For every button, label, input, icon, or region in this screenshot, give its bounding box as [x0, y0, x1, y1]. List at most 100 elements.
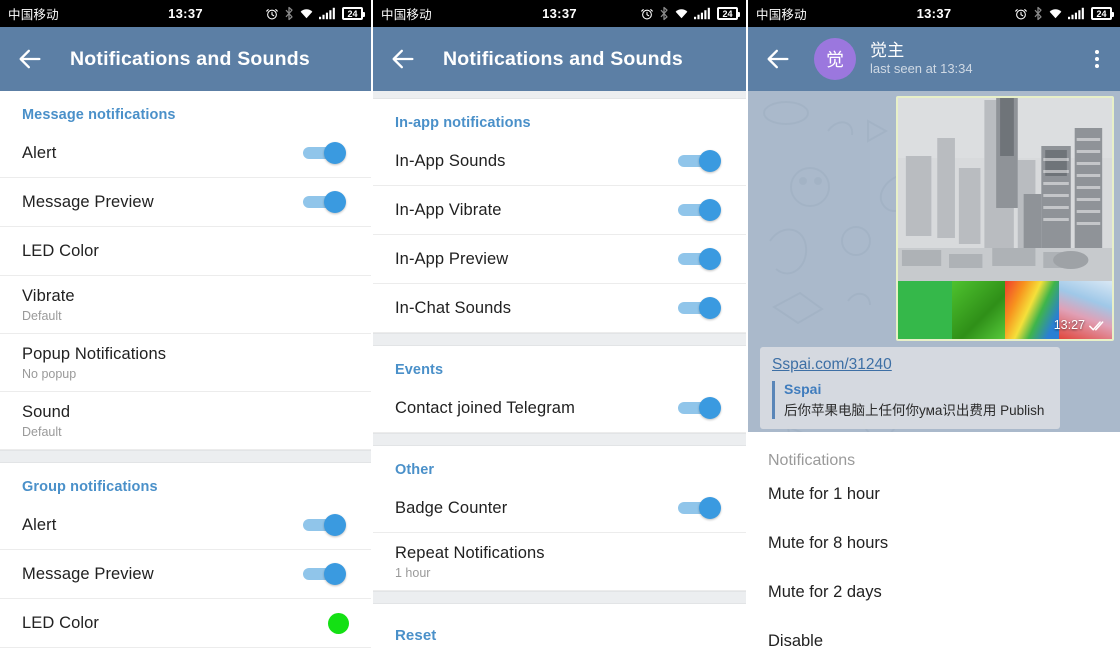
- setting-row-contact-joined-telegram[interactable]: Contact joined Telegram: [373, 384, 746, 433]
- back-arrow-icon[interactable]: [764, 45, 792, 73]
- double-check-icon: [1089, 320, 1104, 331]
- setting-row-alert[interactable]: Alert: [0, 129, 371, 178]
- thumb-green-leaves: [951, 281, 1005, 339]
- setting-value: Default: [22, 424, 62, 439]
- setting-value: No popup: [22, 366, 77, 381]
- sheet-item-mute-2-days[interactable]: Mute for 2 days: [748, 568, 1120, 617]
- last-seen-label: last seen at 13:34: [870, 61, 973, 77]
- toggle-contact-joined-telegram[interactable]: [678, 397, 724, 419]
- section-divider: [373, 433, 746, 446]
- setting-row-in-chat-sounds[interactable]: In-Chat Sounds: [373, 284, 746, 333]
- bluetooth-icon: [1034, 6, 1042, 21]
- chat-message-area[interactable]: 13:27 Sspai.com/31240 Sspai 后你苹果电脑上任何你ум…: [748, 91, 1120, 661]
- signal-icon: [319, 7, 335, 20]
- setting-row-vibrate[interactable]: Vibrate Default: [0, 276, 371, 334]
- setting-label: Badge Counter: [395, 498, 508, 517]
- panel-notifications-settings-part1: 中国移动 13:37 24 Notifications and Sounds M…: [0, 0, 373, 661]
- setting-label: Message Preview: [22, 564, 154, 583]
- link-site-name: Sspai: [784, 381, 822, 397]
- setting-label: In-Chat Sounds: [395, 298, 512, 317]
- toggle-in-chat-sounds[interactable]: [678, 297, 724, 319]
- message-timestamp: 13:27: [1053, 318, 1085, 332]
- setting-row-badge-counter[interactable]: Badge Counter: [373, 484, 746, 533]
- battery-level-label: 24: [347, 8, 358, 19]
- toggle-group-alert[interactable]: [303, 514, 349, 536]
- setting-row-group-alert[interactable]: Alert: [0, 501, 371, 550]
- page-title: Notifications and Sounds: [443, 47, 683, 70]
- page-title: Notifications and Sounds: [70, 47, 310, 70]
- setting-row-in-app-vibrate[interactable]: In-App Vibrate: [373, 186, 746, 235]
- setting-row-repeat-notifications[interactable]: Repeat Notifications 1 hour: [373, 533, 746, 591]
- photo-message-bubble[interactable]: 13:27: [896, 96, 1114, 341]
- link-preview-body: Sspai 后你苹果电脑上任何你ума识出费用 Publish: [772, 381, 1048, 419]
- toggle-group-message-preview[interactable]: [303, 563, 349, 585]
- bluetooth-icon: [285, 6, 293, 21]
- toggle-in-app-preview[interactable]: [678, 248, 724, 270]
- link-preview-message[interactable]: Sspai.com/31240 Sspai 后你苹果电脑上任何你ума识出费用 …: [760, 347, 1060, 429]
- setting-label: LED Color: [22, 241, 100, 260]
- toggle-alert[interactable]: [303, 142, 349, 164]
- app-bar-settings-1: Notifications and Sounds: [0, 27, 371, 91]
- section-header-events: Events: [395, 362, 444, 378]
- signal-icon: [694, 7, 710, 20]
- setting-label: In-App Preview: [395, 249, 509, 268]
- setting-row-in-app-preview[interactable]: In-App Preview: [373, 235, 746, 284]
- battery-icon: 24: [717, 7, 740, 20]
- setting-row-led-color[interactable]: LED Color: [0, 227, 371, 276]
- settings-list-1[interactable]: Message notifications Alert Message Prev…: [0, 91, 371, 648]
- contact-name: 觉主: [870, 40, 905, 60]
- wifi-icon: [300, 9, 313, 19]
- section-divider: [373, 591, 746, 604]
- setting-label: LED Color: [22, 613, 100, 632]
- list-top-spacer: [373, 91, 746, 99]
- status-bar-icons: 24: [1014, 6, 1114, 21]
- toggle-message-preview[interactable]: [303, 191, 349, 213]
- status-bar-icons: 24: [640, 6, 740, 21]
- setting-row-in-app-sounds[interactable]: In-App Sounds: [373, 137, 746, 186]
- alarm-icon: [266, 8, 278, 19]
- reset-label: Reset: [395, 627, 437, 644]
- sheet-item-mute-8-hours[interactable]: Mute for 8 hours: [748, 519, 1120, 568]
- notifications-bottom-sheet: Notifications Mute for 1 hour Mute for 8…: [748, 432, 1120, 661]
- chat-header-texts[interactable]: 觉主 last seen at 13:34: [870, 41, 973, 77]
- bluetooth-icon: [660, 6, 668, 21]
- back-arrow-icon[interactable]: [389, 45, 417, 73]
- setting-label: Message Preview: [22, 192, 154, 211]
- wifi-icon: [1049, 9, 1062, 19]
- toggle-badge-counter[interactable]: [678, 497, 724, 519]
- signal-icon: [1068, 7, 1084, 20]
- link-url[interactable]: Sspai.com/31240: [772, 356, 1048, 374]
- setting-label: In-App Sounds: [395, 151, 506, 170]
- section-divider: [373, 333, 746, 346]
- setting-row-sound[interactable]: Sound Default: [0, 392, 371, 450]
- setting-label: Repeat Notifications: [395, 543, 545, 562]
- setting-row-group-led-color[interactable]: LED Color: [0, 599, 371, 648]
- setting-label: Contact joined Telegram: [395, 398, 575, 417]
- sheet-item-mute-1-hour[interactable]: Mute for 1 hour: [748, 470, 1120, 519]
- panel-notifications-settings-part2: 中国移动 13:37 24 Notifications and Sounds I…: [373, 0, 748, 661]
- avatar[interactable]: 觉: [814, 38, 856, 80]
- setting-label: Vibrate: [22, 286, 75, 305]
- app-bar-settings-2: Notifications and Sounds: [373, 27, 746, 91]
- toggle-in-app-sounds[interactable]: [678, 150, 724, 172]
- setting-label: Alert: [22, 143, 57, 162]
- toggle-in-app-vibrate[interactable]: [678, 199, 724, 221]
- settings-list-2[interactable]: In-app notifications In-App Sounds In-Ap…: [373, 91, 746, 648]
- section-header-other: Other: [395, 462, 435, 478]
- sheet-item-disable[interactable]: Disable: [748, 617, 1120, 661]
- overflow-menu-icon[interactable]: [1086, 45, 1108, 73]
- setting-row-message-preview[interactable]: Message Preview: [0, 178, 371, 227]
- photo-thumbnail-row: 13:27: [898, 281, 1112, 339]
- setting-row-group-message-preview[interactable]: Message Preview: [0, 550, 371, 599]
- panel-chat-with-notifications-sheet: 中国移动 13:37 24 觉 觉主 last seen at 13:34 13…: [748, 0, 1120, 661]
- setting-label: Popup Notifications: [22, 344, 167, 363]
- setting-value: Default: [22, 308, 62, 323]
- led-color-swatch[interactable]: [328, 612, 349, 634]
- setting-row-popup-notifications[interactable]: Popup Notifications No popup: [0, 334, 371, 392]
- back-arrow-icon[interactable]: [16, 45, 44, 73]
- alarm-icon: [1015, 8, 1027, 19]
- city-photo: [898, 98, 1112, 281]
- alarm-icon: [641, 8, 653, 19]
- thumb-green-plain: [898, 281, 952, 339]
- setting-row-reset[interactable]: Reset: [373, 604, 746, 648]
